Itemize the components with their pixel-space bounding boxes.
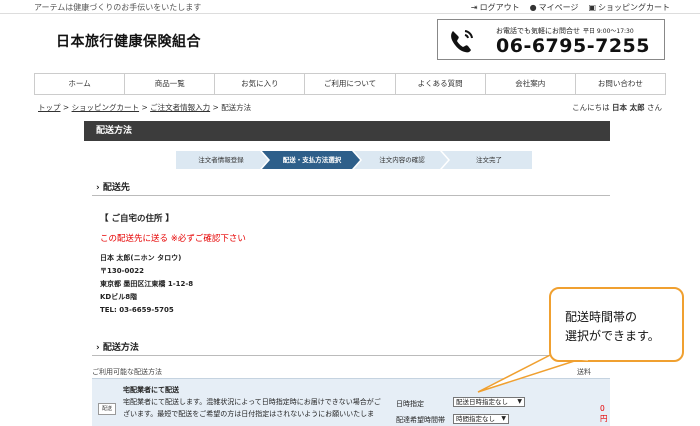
shipping-heading: › 配送方法 — [96, 343, 139, 353]
address-tel: TEL: 03-6659-5705 — [100, 306, 174, 314]
carrier-description: 宅配業者にて配送します。混雑状況によって日時指定時にお届けできない場合がございま… — [123, 398, 381, 418]
mypage-link[interactable]: ● マイページ — [530, 2, 579, 13]
nav-contact[interactable]: お問い合わせ — [574, 74, 666, 94]
carrier-name: 宅配業者にて配送 — [123, 386, 179, 394]
fee-header: 送料 — [577, 368, 591, 376]
carrier-logo: 配送 — [98, 403, 116, 415]
destination-heading: › 配送先 — [96, 183, 130, 193]
nav-favorites[interactable]: お気に入り — [214, 74, 304, 94]
chevron-down-icon: ▼ — [501, 415, 506, 422]
step-2-active: 配送・支払方法選択 — [282, 156, 342, 164]
carrier-row[interactable]: 配送 宅配業者にて配送 宅配業者にて配送します。混雑状況によって日時指定時にお届… — [92, 378, 610, 426]
user-icon: ● — [529, 3, 537, 12]
step-indicator: 注文者情報登録 配送・支払方法選択 注文内容の確認 注文完了 — [176, 151, 532, 169]
logout-link[interactable]: ⇥ ログアウト — [471, 2, 520, 13]
breadcrumb-orderer[interactable]: ご注文者情報入力 — [150, 103, 210, 112]
address-details: 日本 太郎(ニホン タロウ) 〒130-0022 東京都 墨田区江東橋 1-12… — [100, 252, 193, 317]
address-title: 【 ご自宅の住所 】 — [100, 214, 174, 224]
breadcrumb-top[interactable]: トップ — [38, 103, 61, 112]
step-3: 注文内容の確認 — [379, 156, 425, 164]
phone-number: 06-6795-7255 — [496, 35, 650, 57]
available-methods-label: ご利用可能な配送方法 — [92, 368, 162, 376]
address-building: KDビル8階 — [100, 293, 138, 301]
breadcrumb: トップ > ショッピングカート > ご注文者情報入力 > 配送方法 — [38, 103, 252, 112]
breadcrumb-cart[interactable]: ショッピングカート — [72, 103, 140, 112]
page-title: 配送方法 — [84, 121, 610, 141]
callout-bubble: 配送時間帯の 選択ができます。 — [549, 287, 684, 362]
delivery-date-select[interactable]: 配送日時指定なし ▼ — [453, 397, 525, 407]
nav-products[interactable]: 商品一覧 — [124, 74, 214, 94]
divider — [92, 355, 610, 356]
nav-usage[interactable]: ご利用について — [304, 74, 394, 94]
address-zip: 〒130-0022 — [100, 267, 144, 275]
time-label: 配達希望時間帯 — [396, 416, 445, 424]
callout-text: 配送時間帯の 選択ができます。 — [565, 310, 660, 343]
nav-company[interactable]: 会社案内 — [484, 74, 575, 94]
greeting: こんにちは 日本 太郎 さん — [572, 103, 662, 112]
phone-hours: 平日 9:00～17:30 — [583, 28, 634, 35]
address-street: 東京都 墨田区江東橋 1-12-8 — [100, 280, 194, 288]
ship-here-link[interactable]: この配送先に送る ※必ずご確認下さい — [100, 232, 246, 244]
phone-box: お電話でも気軽にお問合せ 平日 9:00～17:30 06-6795-7255 — [437, 19, 665, 60]
chevron-down-icon: ▼ — [517, 398, 522, 405]
global-nav: ホーム 商品一覧 お気に入り ご利用について よくある質問 会社案内 お問い合わ… — [34, 73, 666, 95]
top-links: ⇥ ログアウト ● マイページ ▣ ショッピングカート — [471, 2, 670, 13]
logout-icon: ⇥ — [470, 3, 478, 12]
cart-link[interactable]: ▣ ショッピングカート — [588, 2, 670, 13]
date-label: 日時指定 — [396, 400, 424, 408]
address-name: 日本 太郎(ニホン タロウ) — [100, 254, 182, 262]
nav-home[interactable]: ホーム — [34, 74, 124, 94]
user-name: 日本 太郎 — [611, 103, 645, 112]
delivery-time-select[interactable]: 時間指定なし ▼ — [453, 414, 509, 424]
divider — [92, 195, 610, 196]
shipping-fee: 0円 — [600, 404, 608, 423]
phone-icon — [451, 30, 473, 53]
breadcrumb-current: 配送方法 — [221, 103, 252, 112]
step-1: 注文者情報登録 — [198, 156, 244, 164]
cart-icon: ▣ — [588, 3, 596, 12]
top-bar: アーテムは健康づくりのお手伝いをいたします ⇥ ログアウト ● マイページ ▣ ショッ… — [0, 0, 700, 14]
nav-faq[interactable]: よくある質問 — [394, 74, 485, 94]
step-4: 注文完了 — [476, 156, 502, 164]
site-title[interactable]: 日本旅行健康保険組合 — [56, 31, 201, 51]
tagline: アーテムは健康づくりのお手伝いをいたします — [34, 3, 202, 12]
